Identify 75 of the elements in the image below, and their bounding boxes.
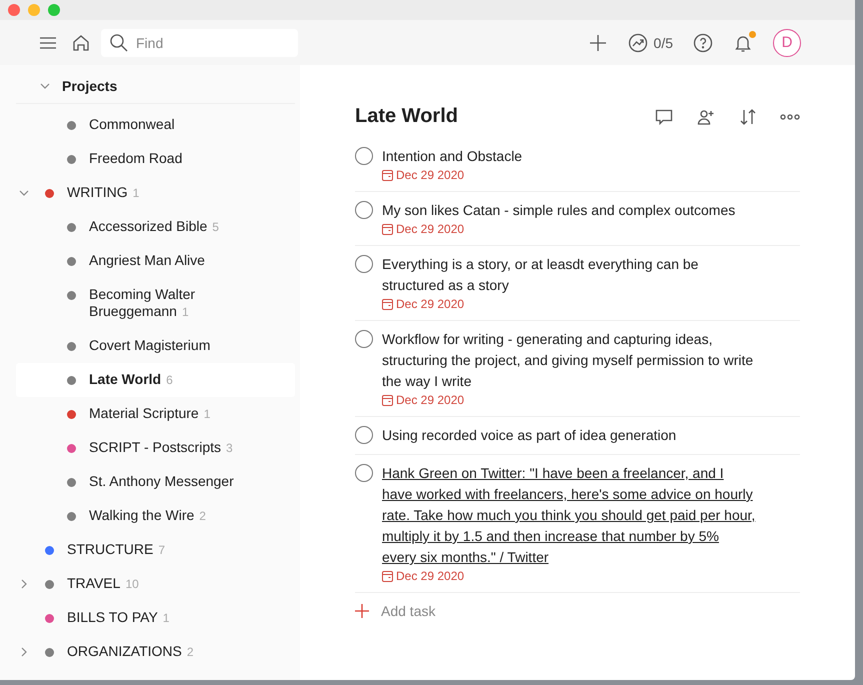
project-name: St. Anthony Messenger	[89, 473, 234, 490]
project-item[interactable]: Covert Magisterium	[16, 329, 295, 363]
project-name: Material Scripture 1	[89, 405, 210, 423]
project-name: WRITING 1	[67, 184, 140, 202]
task-text: My son likes Catan - simple rules and complex outcomes	[382, 201, 736, 220]
search-icon	[109, 32, 129, 52]
notifications-button[interactable]	[733, 32, 753, 52]
project-item[interactable]: Accessorized Bible 5	[16, 210, 295, 244]
project-item[interactable]: WRITING 1	[16, 176, 295, 210]
due-date: Dec 29 2020	[382, 296, 757, 312]
section-title: Projects	[62, 78, 118, 94]
calendar-icon	[382, 170, 393, 180]
chevron-right-icon[interactable]	[19, 647, 29, 657]
task-checkbox[interactable]	[355, 201, 373, 219]
project-title: Late World	[355, 105, 458, 128]
more-button[interactable]	[780, 114, 800, 120]
project-item[interactable]: Angriest Man Alive	[16, 244, 295, 278]
project-item[interactable]: SCRIPT - Postscripts 3	[16, 431, 295, 465]
project-name: Freedom Road	[89, 150, 182, 167]
project-item[interactable]: Late World 6	[16, 363, 295, 397]
calendar-icon	[382, 570, 393, 582]
project-item[interactable]: Material Scripture 1	[16, 397, 295, 431]
task-text: Using recorded voice as part of idea generation	[382, 426, 676, 445]
task-checkbox[interactable]	[355, 147, 373, 165]
project-name: Commonweal	[89, 116, 175, 133]
task-text: Everything is a story, or at leasdt everything can be structured as a story	[382, 255, 700, 295]
home-button[interactable]	[71, 32, 91, 52]
project-item[interactable]: Commonweal	[16, 108, 295, 142]
project-name: ORGANIZATIONS 2	[67, 643, 194, 661]
project-item[interactable]: TRAVEL 10	[16, 567, 295, 601]
projects-header[interactable]: Projects	[16, 69, 295, 104]
calendar-icon	[382, 394, 393, 406]
project-name: Walking the Wire 2	[89, 507, 206, 525]
project-name: Covert Magisterium	[89, 337, 210, 354]
project-name: STRUCTURE 7	[67, 541, 166, 559]
project-name: SCRIPT - Postscripts 3	[89, 439, 233, 457]
project-item[interactable]: STRUCTURE 7	[16, 533, 295, 567]
project-name: Late World 6	[89, 371, 173, 389]
user-avatar[interactable]: D	[773, 28, 801, 56]
project-name: Becoming Walter Brueggemann 1	[89, 286, 196, 321]
chevron-right-icon[interactable]	[19, 579, 29, 589]
project-item[interactable]: ORGANIZATIONS 2	[16, 635, 295, 669]
trend-chart-icon	[628, 32, 648, 52]
project-name: TRAVEL 10	[67, 575, 139, 593]
due-date: Dec 29 2020	[382, 392, 757, 408]
karma-button[interactable]: 0/5	[628, 32, 673, 52]
task-checkbox[interactable]	[355, 426, 373, 444]
project-name: BILLS TO PAY 1	[67, 609, 170, 627]
project-item[interactable]: Freedom Road	[16, 142, 295, 176]
project-item[interactable]: Walking the Wire 2	[16, 499, 295, 533]
task-text: Intention and Obstacle	[382, 147, 522, 166]
project-name: Accessorized Bible 5	[89, 218, 219, 236]
add-button[interactable]	[588, 32, 608, 52]
calendar-icon	[382, 224, 393, 234]
add-task-button[interactable]: Add task	[355, 593, 436, 629]
task-checkbox[interactable]	[355, 330, 373, 348]
chevron-down-icon[interactable]	[40, 81, 50, 91]
due-date: Dec 29 2020	[382, 221, 736, 237]
task-link[interactable]: Hank Green on Twitter: "I have been a freelancer, and I have worked with freelancers, here's some advice on hourly rate. Take how much you think you should get paid per hour, multiply it by 1.5 and then increase that number by 5% every six months." / Twitter	[382, 463, 757, 568]
task-checkbox[interactable]	[355, 464, 373, 482]
calendar-icon	[382, 298, 393, 310]
due-date: Dec 29 2020	[382, 568, 757, 584]
task-checkbox[interactable]	[355, 255, 373, 273]
close-button[interactable]	[8, 4, 20, 16]
chevron-down-icon[interactable]	[19, 188, 29, 198]
project-item[interactable]: Becoming Walter Brueggemann 1	[16, 278, 295, 329]
due-date: Dec 29 2020	[382, 167, 522, 183]
project-item[interactable]: St. Anthony Messenger	[16, 465, 295, 499]
project-name: Angriest Man Alive	[89, 252, 205, 269]
plus-icon	[355, 604, 369, 618]
project-item[interactable]: BILLS TO PAY 1	[16, 601, 295, 635]
task-text: Workflow for writing - generating and capturing ideas, structuring the project, and giving myself permission to write the way I write	[382, 330, 754, 391]
sort-button[interactable]	[738, 106, 758, 126]
help-button[interactable]	[693, 32, 713, 52]
search-field[interactable]: Find	[101, 28, 298, 56]
